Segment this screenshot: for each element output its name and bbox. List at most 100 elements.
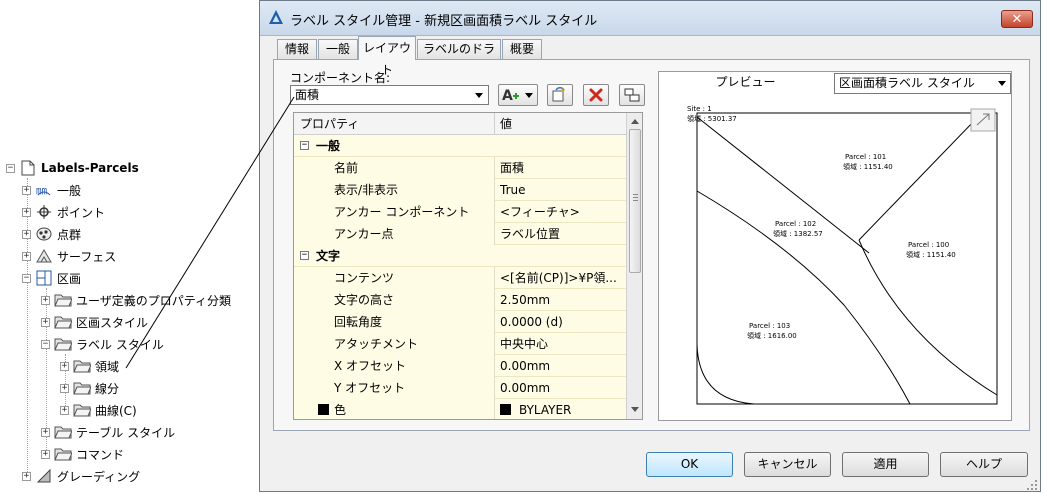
tree-item-general[interactable]: + ㎜ 一般 — [22, 180, 81, 200]
parcel-arc — [696, 344, 755, 405]
property-name-text: Y オフセット — [334, 381, 406, 395]
tree-label: 区画スタイル — [76, 315, 149, 330]
property-category-row[interactable]: − 文字 — [294, 245, 626, 267]
tree-label: ラベル スタイル — [76, 337, 164, 352]
tab-summary[interactable]: 概要 — [502, 39, 542, 59]
expand-toggle[interactable]: + — [22, 185, 31, 195]
copy-component-button[interactable] — [547, 84, 573, 106]
title-bar[interactable]: ラベル スタイル管理 - 新規区画面積ラベル スタイル ✕ — [260, 1, 1040, 36]
scroll-down-arrow-icon[interactable] — [631, 407, 639, 412]
expand-toggle[interactable]: + — [60, 405, 69, 415]
collapse-toggle[interactable]: − — [300, 251, 309, 260]
property-row[interactable]: アンカー点 ラベル位置 — [294, 223, 626, 246]
property-row[interactable]: 回転角度 0.0000 (d) — [294, 311, 626, 334]
property-row[interactable]: Y オフセット 0.00mm — [294, 377, 626, 400]
property-row[interactable]: 表示/非表示 True — [294, 179, 626, 202]
property-name: − 文字 — [294, 245, 495, 267]
preview-label: プレビュー — [715, 75, 776, 89]
create-text-component-button[interactable]: A — [498, 84, 538, 106]
property-row[interactable]: 名前 面積 — [294, 157, 626, 180]
collapse-toggle[interactable]: − — [300, 141, 309, 150]
tab-layout[interactable]: レイアウト — [358, 36, 416, 77]
property-value[interactable]: 中央中心 — [495, 333, 626, 355]
component-name-label: コンポーネント名: — [290, 71, 391, 85]
tree-item-parcel-styles[interactable]: + 区画スタイル — [41, 312, 148, 332]
tree-item-parcel[interactable]: − 区画 — [22, 268, 81, 288]
property-row[interactable]: アタッチメント 中央中心 — [294, 333, 626, 356]
expand-toggle[interactable]: + — [41, 295, 50, 305]
expand-toggle[interactable]: + — [60, 383, 69, 393]
cancel-button[interactable]: キャンセル — [744, 452, 831, 477]
tree-item-point-group[interactable]: + 点群 — [22, 224, 81, 244]
property-row[interactable]: X オフセット 0.00mm — [294, 355, 626, 378]
tree-label: ポイント — [57, 205, 106, 220]
property-row[interactable]: アンカー コンポーネント <フィーチャ> — [294, 201, 626, 224]
tree-item-table-styles[interactable]: + テーブル スタイル — [41, 422, 175, 442]
tree-item-commands[interactable]: + コマンド — [41, 444, 124, 464]
tab-information[interactable]: 情報 — [277, 39, 317, 59]
folder-icon — [54, 424, 72, 440]
component-draw-order-button[interactable] — [619, 84, 645, 106]
property-value[interactable]: 0.00mm — [495, 355, 626, 377]
tree-item-user-property-classification[interactable]: + ユーザ定義のプロパティ分類 — [41, 290, 231, 310]
property-value[interactable]: 0.0000 (d) — [495, 311, 626, 333]
property-value[interactable]: BYLAYER — [495, 399, 626, 419]
tree-item-grading[interactable]: + グレーディング — [22, 466, 140, 486]
ok-button[interactable]: OK — [646, 452, 733, 477]
property-value[interactable]: True — [495, 179, 626, 201]
property-value[interactable]: <[名前(CP)]>¥P領... — [495, 267, 626, 289]
vertical-scrollbar[interactable] — [626, 113, 642, 419]
property-name-text: 回転角度 — [334, 315, 383, 329]
property-value[interactable]: 面積 — [495, 157, 626, 179]
expand-toggle[interactable]: + — [60, 361, 69, 371]
tab-dragged-state[interactable]: ラベルのドラッグ — [417, 39, 501, 75]
property-value[interactable]: <フィーチャ> — [495, 201, 626, 223]
expand-toggle[interactable]: + — [41, 427, 50, 437]
label-style-composer-dialog: ラベル スタイル管理 - 新規区画面積ラベル スタイル ✕ 情報 一般 レイアウ… — [259, 0, 1041, 492]
expand-toggle[interactable]: + — [41, 449, 50, 459]
property-value[interactable]: ラベル位置 — [495, 223, 626, 245]
row-gutter — [294, 201, 334, 223]
resize-grip-icon[interactable] — [1026, 479, 1038, 491]
collapse-toggle[interactable]: − — [22, 273, 31, 283]
collapse-toggle[interactable]: − — [41, 339, 50, 349]
tree-item-curve[interactable]: + 曲線(C) — [60, 400, 137, 420]
expand-toggle[interactable]: + — [22, 207, 31, 217]
collapse-toggle[interactable]: − — [6, 163, 15, 173]
tree-item-line[interactable]: + 線分 — [60, 378, 119, 398]
tree-item-label-styles[interactable]: − ラベル スタイル — [41, 334, 164, 354]
delete-component-button[interactable] — [583, 84, 609, 106]
property-category-row[interactable]: − 一般 — [294, 135, 626, 157]
folder-icon — [54, 314, 72, 330]
expand-toggle[interactable]: + — [41, 317, 50, 327]
tree-item-surface[interactable]: + サーフェス — [22, 246, 116, 266]
zoom-extents-icon[interactable] — [970, 108, 996, 132]
preview-style-select[interactable]: 区画面積ラベル スタイル — [834, 73, 1011, 94]
expand-toggle[interactable]: + — [22, 251, 31, 261]
tab-general[interactable]: 一般 — [318, 39, 358, 59]
property-row[interactable]: 文字の高さ 2.50mm — [294, 289, 626, 312]
svg-text:A: A — [502, 88, 513, 104]
property-value[interactable]: 2.50mm — [495, 289, 626, 311]
tree-item-point[interactable]: + ポイント — [22, 202, 105, 222]
tree-item-area[interactable]: + 領域 — [60, 356, 119, 376]
component-name-select[interactable]: 面積 — [290, 85, 489, 105]
column-header-property[interactable]: プロパティ — [294, 113, 495, 135]
scroll-up-arrow-icon[interactable] — [631, 119, 639, 124]
column-header-value[interactable]: 値 — [495, 113, 626, 135]
property-row[interactable]: 色 BYLAYER — [294, 399, 626, 419]
row-gutter — [294, 157, 334, 179]
property-row[interactable]: コンテンツ <[名前(CP)]>¥P領... — [294, 267, 626, 290]
property-name-text: コンテンツ — [334, 271, 395, 285]
property-value[interactable]: 0.00mm — [495, 377, 626, 399]
tree-root-labels-parcels[interactable]: − Labels-Parcels — [6, 158, 139, 178]
parcel-preview-drawing: Site : 1 領域 : 5301.37 Parcel : 101 領域 : … — [687, 105, 998, 405]
row-gutter — [294, 223, 334, 245]
close-button[interactable]: ✕ — [1001, 10, 1033, 28]
apply-button[interactable]: 適用 — [842, 452, 929, 477]
expand-toggle[interactable]: + — [22, 229, 31, 239]
expand-toggle[interactable]: + — [22, 471, 31, 481]
help-button[interactable]: ヘルプ — [940, 452, 1028, 477]
tree-label: 一般 — [57, 183, 82, 198]
scroll-thumb[interactable] — [629, 129, 641, 273]
